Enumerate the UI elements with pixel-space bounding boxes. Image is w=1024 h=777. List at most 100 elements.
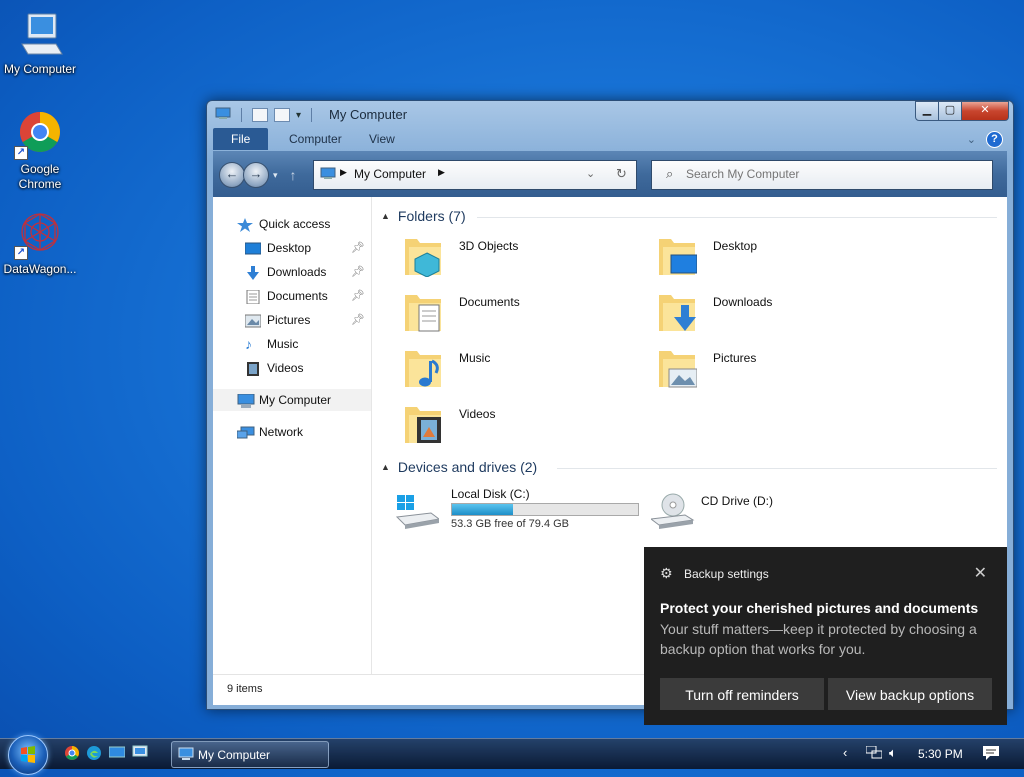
videos-folder-icon <box>405 401 443 445</box>
pin-icon[interactable]: 📌︎ <box>351 261 365 283</box>
folder-item-downloads[interactable]: Downloads <box>651 289 891 341</box>
desktop-icon-datawagon[interactable]: ↗ DataWagon... <box>0 210 80 277</box>
taskbar-desktop-icon[interactable] <box>108 746 126 763</box>
forward-button[interactable]: → <box>243 162 269 188</box>
refresh-icon[interactable]: ↻ <box>616 166 627 182</box>
help-icon[interactable]: ? <box>986 131 1003 148</box>
tab-computer[interactable]: Computer <box>275 128 356 150</box>
network-tray-icon[interactable] <box>865 745 883 763</box>
address-bar-area: ← → ▾ ↑ ▶ My Computer ▶ ⌄ ↻ ⌕ <box>213 151 1007 197</box>
volume-icon[interactable]: 🔈︎ <box>889 745 897 761</box>
taskbar-window-my-computer[interactable]: My Computer <box>171 741 329 768</box>
folder-item-music[interactable]: Music <box>397 345 637 397</box>
collapse-triangle-icon[interactable]: ▲ <box>381 462 390 472</box>
action-center-icon[interactable] <box>982 745 1000 764</box>
address-dropdown-icon[interactable]: ⌄ <box>586 167 595 180</box>
nav-item-pictures[interactable]: Pictures 📌︎ <box>213 309 371 331</box>
datawagon-icon: ↗ <box>14 210 64 260</box>
nav-item-downloads[interactable]: Downloads 📌︎ <box>213 261 371 283</box>
divider <box>557 468 997 469</box>
windows-logo-icon <box>21 746 35 763</box>
chrome-icon: ↗ <box>14 110 64 160</box>
ribbon-right: ⌄ ? <box>967 131 1003 148</box>
address-computer-icon <box>320 167 336 183</box>
search-input[interactable] <box>686 165 976 183</box>
quick-access-toolbar: ▾ <box>215 107 316 123</box>
nav-item-my-computer[interactable]: My Computer <box>213 389 371 411</box>
forward-arrow-icon: → <box>249 166 263 181</box>
taskbar-edge-icon[interactable] <box>86 745 102 764</box>
music-icon: ♪ <box>245 336 252 352</box>
notification-app-name: Backup settings <box>684 567 769 581</box>
separator <box>241 108 242 122</box>
maximize-button[interactable]: ▢ <box>938 101 962 121</box>
folder-item-videos[interactable]: Videos <box>397 401 637 453</box>
nav-item-quick-access[interactable]: Quick access <box>213 213 371 235</box>
back-button[interactable]: ← <box>219 162 245 188</box>
shortcut-arrow-icon: ↗ <box>14 246 28 260</box>
separator <box>311 108 313 122</box>
folder-item-3d-objects[interactable]: 3D Objects <box>397 233 637 285</box>
turn-off-reminders-button[interactable]: Turn off reminders <box>660 678 824 710</box>
minimize-icon: ▁ <box>922 104 932 116</box>
view-backup-options-button[interactable]: View backup options <box>828 678 992 710</box>
folder-item-desktop[interactable]: Desktop <box>651 233 891 285</box>
chevron-right-icon[interactable]: ▶ <box>340 167 347 178</box>
pin-icon[interactable]: 📌︎ <box>351 309 365 331</box>
address-field[interactable]: ▶ My Computer ▶ ⌄ ↻ <box>313 160 637 190</box>
taskbar-chrome-icon[interactable] <box>64 745 80 764</box>
close-icon: ✕ <box>980 104 990 116</box>
taskbar-computer-icon[interactable] <box>132 745 148 764</box>
nav-item-music[interactable]: ♪ Music <box>213 333 371 355</box>
up-arrow-icon[interactable]: ↑ <box>290 167 297 183</box>
drives-group-header[interactable]: ▲ Devices and drives (2) <box>381 459 1001 475</box>
3d-objects-folder-icon <box>405 233 443 278</box>
navigation-buttons: ← → ▾ ↑ <box>219 162 297 188</box>
hard-drive-icon <box>395 493 441 537</box>
star-icon <box>237 217 253 232</box>
drive-item-local-disk-c[interactable]: Local Disk (C:) 53.3 GB free of 79.4 GB <box>389 487 639 533</box>
pin-icon[interactable]: 📌︎ <box>351 285 365 307</box>
desktop-icon-google-chrome[interactable]: ↗ Google Chrome <box>0 110 80 192</box>
back-arrow-icon: ← <box>225 166 239 181</box>
clock[interactable]: 5:30 PM <box>918 747 963 761</box>
tab-file[interactable]: File <box>213 128 269 150</box>
show-hidden-icons-chevron-icon[interactable]: ‹ <box>843 745 847 760</box>
new-folder-icon[interactable] <box>274 108 290 122</box>
tab-view[interactable]: View <box>355 128 409 150</box>
start-button[interactable] <box>8 735 48 775</box>
drive-item-cd-drive-d[interactable]: CD Drive (D:) <box>643 487 883 539</box>
customize-toolbar-icon[interactable]: ▾ <box>296 110 301 121</box>
notification-close-button[interactable]: ✕ <box>974 563 987 583</box>
computer-icon <box>16 10 64 58</box>
notification-body: Your stuff matters—keep it protected by … <box>660 621 977 657</box>
search-box[interactable]: ⌕ <box>651 160 993 190</box>
folder-item-documents[interactable]: Documents <box>397 289 637 341</box>
properties-icon[interactable] <box>252 108 268 122</box>
documents-folder-icon <box>405 289 443 333</box>
title-bar[interactable]: ▾ My Computer ▁ ▢ ✕ <box>207 101 1013 127</box>
ribbon-tabs: File Computer View ⌄ ? <box>213 128 1007 150</box>
close-button[interactable]: ✕ <box>961 101 1009 121</box>
shortcut-arrow-icon: ↗ <box>14 146 28 160</box>
minimize-button[interactable]: ▁ <box>915 101 939 121</box>
recent-locations-icon[interactable]: ▾ <box>273 170 278 181</box>
backup-notification[interactable]: ⚙ Backup settings ✕ Protect your cherish… <box>644 547 1007 725</box>
folders-group-header[interactable]: ▲ Folders (7) <box>381 208 1001 224</box>
address-path: My Computer <box>354 167 427 181</box>
nav-item-desktop[interactable]: Desktop 📌︎ <box>213 237 371 259</box>
collapse-triangle-icon[interactable]: ▲ <box>381 211 390 221</box>
navigation-pane: Quick access Desktop 📌︎ Downloads 📌︎ Doc… <box>213 197 372 674</box>
desktop-icon-my-computer[interactable]: My Computer <box>0 10 80 77</box>
pin-icon[interactable]: 📌︎ <box>351 237 365 259</box>
network-icon <box>236 425 255 439</box>
picture-icon <box>244 313 262 328</box>
computer-icon <box>237 393 255 408</box>
folder-item-pictures[interactable]: Pictures <box>651 345 891 397</box>
nav-item-documents[interactable]: Documents 📌︎ <box>213 285 371 307</box>
nav-item-videos[interactable]: Videos <box>213 357 371 379</box>
chevron-right-icon[interactable]: ▶ <box>438 167 445 178</box>
nav-item-network[interactable]: Network <box>213 421 371 443</box>
expand-ribbon-icon[interactable]: ⌄ <box>967 133 976 146</box>
close-icon: ✕ <box>973 565 987 582</box>
